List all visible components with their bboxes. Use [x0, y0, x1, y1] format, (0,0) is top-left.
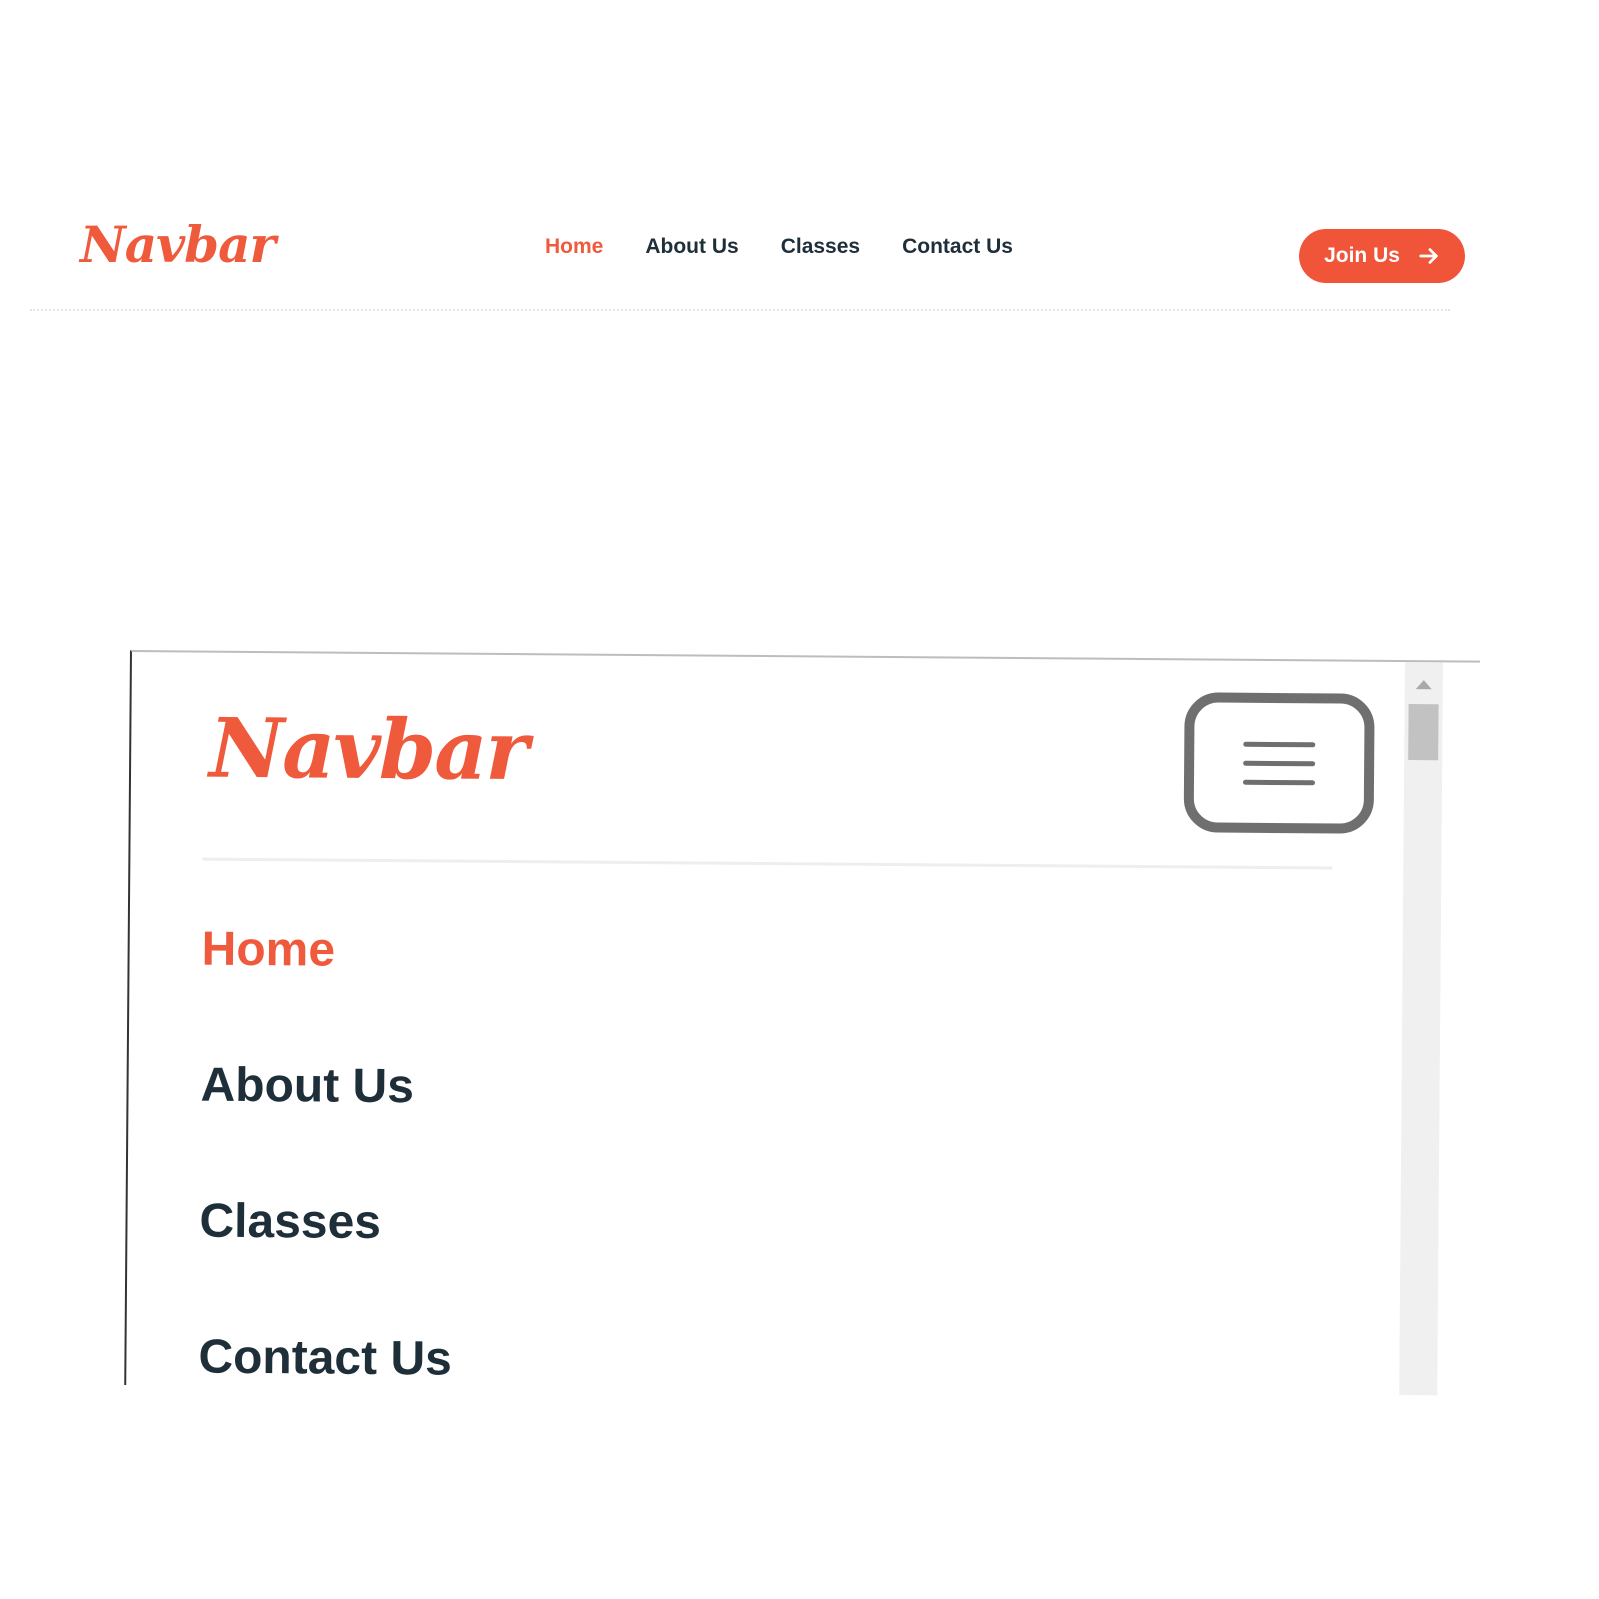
navbar-divider — [30, 309, 1450, 311]
join-us-button[interactable]: Join Us — [1299, 229, 1465, 283]
hamburger-bar — [1243, 760, 1316, 766]
mobile-navbar-logo[interactable]: Navbar — [209, 701, 527, 799]
mobile-nav-link-classes[interactable]: Classes — [199, 1153, 453, 1291]
nav-link-home[interactable]: Home — [545, 235, 603, 259]
desktop-nav-links: Home About Us Classes Contact Us — [545, 235, 1013, 259]
hamburger-bar — [1242, 779, 1316, 785]
mobile-nav-link-home[interactable]: Home — [201, 881, 455, 1019]
join-us-label: Join Us — [1324, 244, 1400, 267]
arrow-right-icon — [1419, 248, 1438, 264]
nav-link-about-us[interactable]: About Us — [645, 235, 738, 259]
scroll-up-arrow-icon[interactable] — [1415, 680, 1432, 690]
mobile-navbar-preview: Navbar Home About Us Classes Contact Us — [124, 650, 1480, 1396]
mobile-nav-link-contact-us[interactable]: Contact Us — [198, 1289, 452, 1396]
page: Navbar Home About Us Classes Contact Us … — [0, 0, 1599, 1599]
mobile-menu-divider — [202, 857, 1333, 870]
mobile-nav-links: Home About Us Classes Contact Us — [198, 881, 456, 1396]
desktop-navbar: Navbar Home About Us Classes Contact Us … — [0, 205, 1599, 311]
hamburger-bar — [1243, 741, 1316, 747]
hamburger-menu-icon[interactable] — [1183, 692, 1375, 834]
navbar-logo[interactable]: Navbar — [80, 215, 276, 274]
nav-link-contact-us[interactable]: Contact Us — [902, 235, 1013, 259]
scrollbar-thumb[interactable] — [1408, 704, 1439, 761]
mobile-nav-link-about-us[interactable]: About Us — [200, 1017, 454, 1155]
nav-link-classes[interactable]: Classes — [781, 235, 860, 259]
vertical-scrollbar[interactable] — [1399, 662, 1443, 1396]
